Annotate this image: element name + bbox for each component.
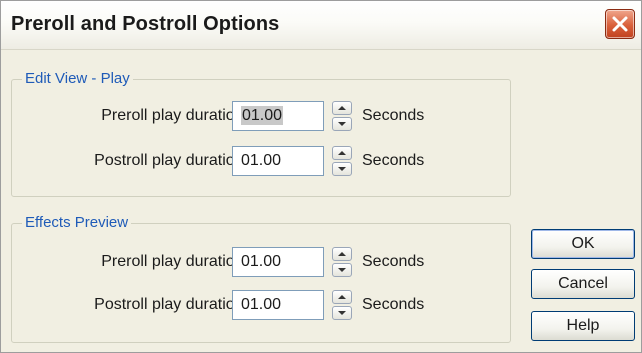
row-edit-preroll: Preroll play duration: 01.00 Seconds — [12, 101, 510, 133]
group-edit-view-play: Edit View - Play Preroll play duration: … — [11, 70, 511, 197]
effects-postroll-label: Postroll play duration: — [94, 296, 248, 313]
chevron-down-icon — [338, 311, 346, 315]
effects-postroll-duration-value: 01.00 — [241, 296, 282, 313]
edit-postroll-unit: Seconds — [362, 152, 425, 169]
effects-preroll-unit: Seconds — [362, 253, 425, 270]
edit-postroll-spin-up-button[interactable] — [332, 146, 352, 160]
effects-preroll-spin-down-button[interactable] — [332, 263, 352, 277]
chevron-up-icon — [338, 151, 346, 155]
chevron-up-icon — [338, 106, 346, 110]
close-button[interactable] — [605, 9, 635, 39]
edit-preroll-unit: Seconds — [362, 107, 425, 124]
edit-postroll-spin-down-button[interactable] — [332, 162, 352, 176]
group-legend-effects-preview: Effects Preview — [22, 214, 132, 231]
close-icon — [612, 16, 628, 32]
effects-preroll-spinner[interactable] — [332, 247, 352, 277]
edit-postroll-spinner[interactable] — [332, 146, 352, 176]
edit-preroll-spin-up-button[interactable] — [332, 101, 352, 115]
edit-preroll-duration-input[interactable]: 01.00 — [232, 101, 324, 131]
edit-preroll-duration-value: 01.00 — [241, 106, 284, 125]
effects-postroll-duration-input[interactable]: 01.00 — [232, 290, 324, 320]
chevron-down-icon — [338, 268, 346, 272]
chevron-down-icon — [338, 167, 346, 171]
effects-postroll-spin-down-button[interactable] — [332, 306, 352, 320]
edit-preroll-spin-down-button[interactable] — [332, 117, 352, 131]
group-effects-preview: Effects Preview Preroll play duration: 0… — [11, 214, 511, 343]
help-button[interactable]: Help — [531, 311, 635, 341]
edit-preroll-label: Preroll play duration: — [101, 107, 248, 124]
chevron-up-icon — [338, 252, 346, 256]
effects-preroll-label: Preroll play duration: — [101, 253, 248, 270]
dialog-window: Preroll and Postroll Options Edit View -… — [0, 0, 642, 353]
effects-postroll-spinner[interactable] — [332, 290, 352, 320]
effects-preroll-duration-input[interactable]: 01.00 — [232, 247, 324, 277]
effects-postroll-spin-up-button[interactable] — [332, 290, 352, 304]
title-bar[interactable]: Preroll and Postroll Options — [1, 1, 641, 50]
ok-button[interactable]: OK — [531, 229, 635, 259]
chevron-down-icon — [338, 122, 346, 126]
row-effects-preroll: Preroll play duration: 01.00 Seconds — [12, 247, 510, 279]
dialog-title: Preroll and Postroll Options — [11, 13, 280, 35]
row-effects-postroll: Postroll play duration: 01.00 Seconds — [12, 290, 510, 322]
edit-postroll-duration-value: 01.00 — [241, 152, 282, 169]
cancel-button[interactable]: Cancel — [531, 269, 635, 299]
chevron-up-icon — [338, 295, 346, 299]
effects-preroll-duration-value: 01.00 — [241, 253, 282, 270]
effects-postroll-unit: Seconds — [362, 296, 425, 313]
edit-preroll-spinner[interactable] — [332, 101, 352, 131]
edit-postroll-label: Postroll play duration: — [94, 152, 248, 169]
group-legend-edit-view-play: Edit View - Play — [22, 70, 133, 87]
edit-postroll-duration-input[interactable]: 01.00 — [232, 146, 324, 176]
row-edit-postroll: Postroll play duration: 01.00 Seconds — [12, 146, 510, 178]
effects-preroll-spin-up-button[interactable] — [332, 247, 352, 261]
